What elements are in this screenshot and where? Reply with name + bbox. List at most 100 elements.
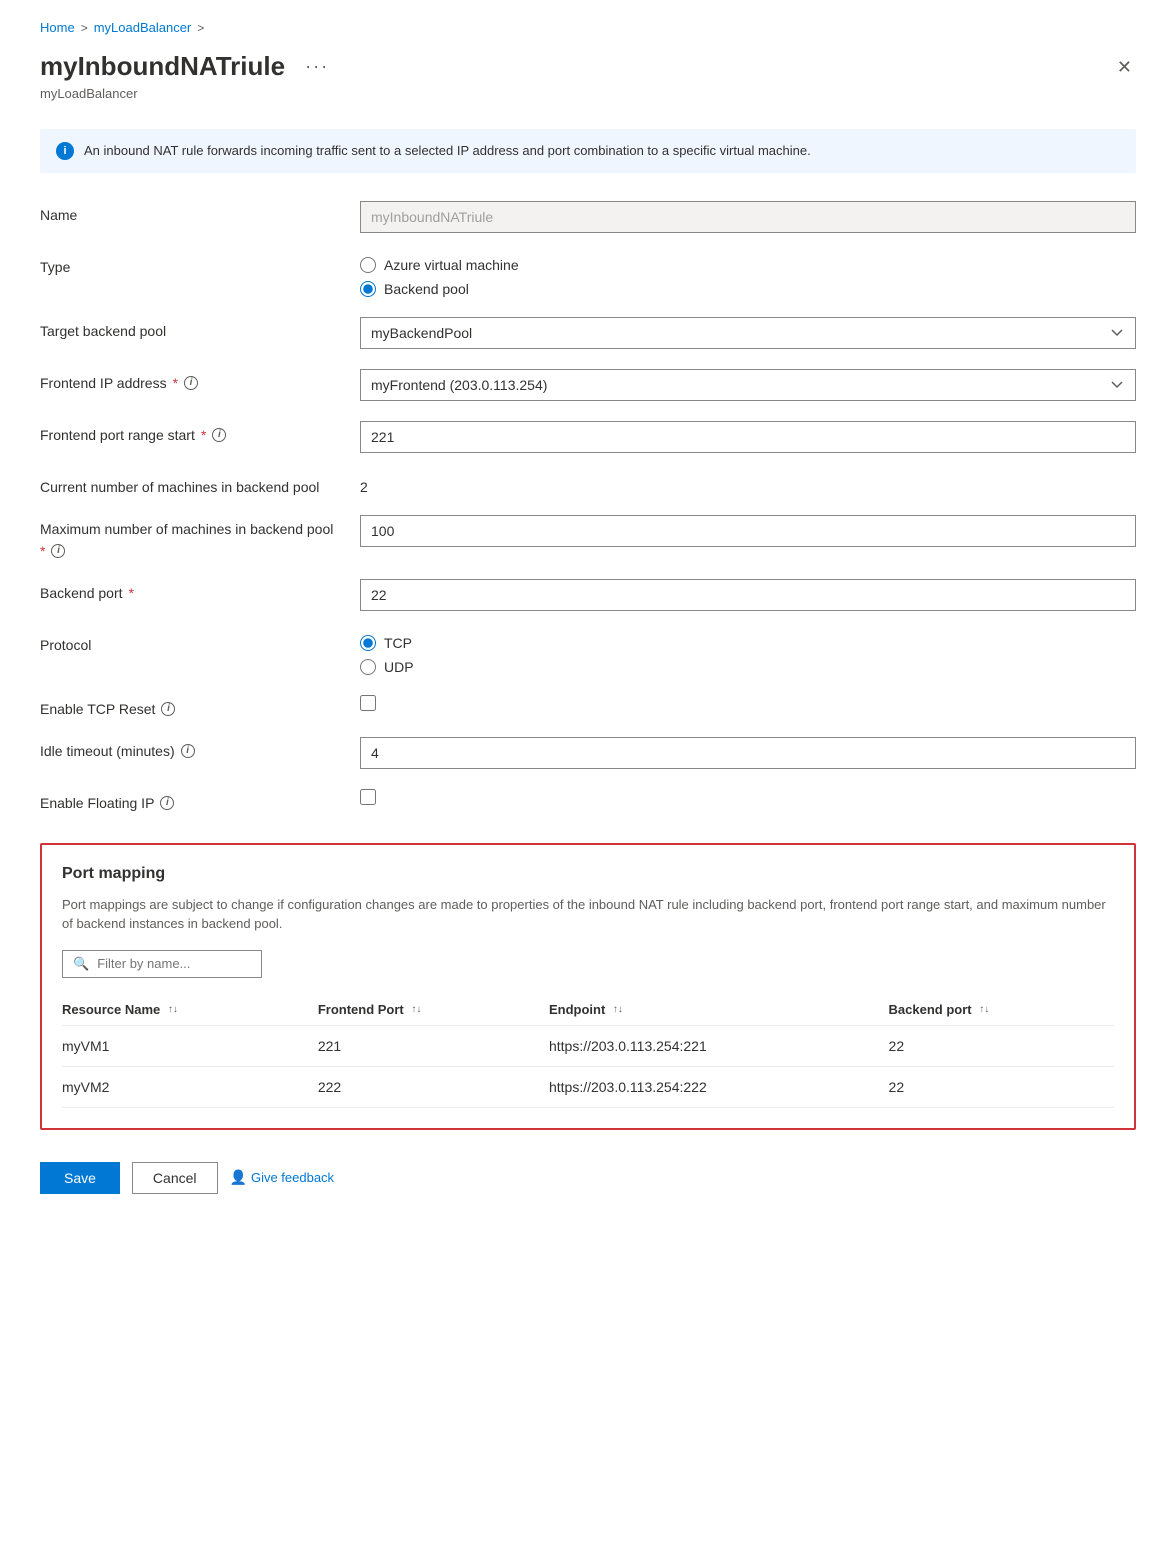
type-azure-vm[interactable]: Azure virtual machine [360, 257, 1136, 273]
frontend-port-input[interactable] [360, 421, 1136, 453]
type-backend-pool-label: Backend pool [384, 281, 469, 297]
port-mapping-table: Resource Name ↑↓ Frontend Port ↑↓ Endpoi… [62, 994, 1114, 1108]
info-text: An inbound NAT rule forwards incoming tr… [84, 141, 811, 161]
frontend-ip-info-icon[interactable]: i [184, 376, 198, 390]
col-backend-port[interactable]: Backend port ↑↓ [889, 994, 1114, 1026]
backend-port-input[interactable] [360, 579, 1136, 611]
protocol-radio-group: TCP UDP [360, 631, 1136, 675]
frontend-port-info-icon[interactable]: i [212, 428, 226, 442]
cancel-button[interactable]: Cancel [132, 1162, 218, 1194]
cell-frontend-port: 222 [318, 1066, 549, 1107]
floating-ip-label: Enable Floating IP i [40, 789, 340, 811]
feedback-label: Give feedback [251, 1170, 334, 1185]
breadcrumb-sep1: > [81, 21, 88, 35]
max-machines-info-icon[interactable]: i [51, 544, 65, 558]
form-row-backend-port: Backend port * [40, 579, 1136, 611]
type-label: Type [40, 253, 340, 275]
sort-resource-name[interactable]: ↑↓ [168, 1005, 178, 1015]
page-subtitle: myLoadBalancer [40, 86, 1136, 101]
table-body: myVM1 221 https://203.0.113.254:221 22 m… [62, 1025, 1114, 1107]
ellipsis-button[interactable]: ··· [297, 54, 337, 79]
breadcrumb-loadbalancer[interactable]: myLoadBalancer [94, 20, 192, 35]
tcp-reset-label: Enable TCP Reset i [40, 695, 340, 717]
close-button[interactable]: ✕ [1113, 54, 1136, 80]
port-mapping-title: Port mapping [62, 865, 1114, 883]
backend-port-label: Backend port * [40, 579, 340, 601]
form-row-idle-timeout: Idle timeout (minutes) i [40, 737, 1136, 769]
frontend-port-label: Frontend port range start * i [40, 421, 340, 443]
port-mapping-section: Port mapping Port mappings are subject t… [40, 843, 1136, 1130]
tcp-reset-checkbox[interactable] [360, 695, 376, 711]
floating-ip-checkbox-container [360, 789, 1136, 805]
protocol-tcp-radio[interactable] [360, 635, 376, 651]
floating-ip-info-icon[interactable]: i [160, 796, 174, 810]
protocol-label: Protocol [40, 631, 340, 653]
table-row: myVM2 222 https://203.0.113.254:222 22 [62, 1066, 1114, 1107]
protocol-tcp-label: TCP [384, 635, 412, 651]
frontend-ip-select[interactable]: myFrontend (203.0.113.254) [360, 369, 1136, 401]
cell-resource-name: myVM1 [62, 1025, 318, 1066]
filter-box[interactable]: 🔍 [62, 950, 262, 978]
type-backend-pool-radio[interactable] [360, 281, 376, 297]
tcp-reset-info-icon[interactable]: i [161, 702, 175, 716]
protocol-udp-label: UDP [384, 659, 414, 675]
form-row-current-machines: Current number of machines in backend po… [40, 473, 1136, 495]
col-resource-name[interactable]: Resource Name ↑↓ [62, 994, 318, 1026]
form-row-frontend-port: Frontend port range start * i [40, 421, 1136, 453]
backend-port-required: * [129, 585, 134, 601]
table-header: Resource Name ↑↓ Frontend Port ↑↓ Endpoi… [62, 994, 1114, 1026]
info-box: i An inbound NAT rule forwards incoming … [40, 129, 1136, 173]
page-header: myInboundNATriule ··· ✕ [40, 51, 1136, 82]
idle-timeout-label: Idle timeout (minutes) i [40, 737, 340, 759]
form-row-protocol: Protocol TCP UDP [40, 631, 1136, 675]
current-machines-value: 2 [360, 473, 1136, 495]
protocol-udp[interactable]: UDP [360, 659, 1136, 675]
name-input[interactable] [360, 201, 1136, 233]
cell-backend-port: 22 [889, 1066, 1114, 1107]
idle-timeout-info-icon[interactable]: i [181, 744, 195, 758]
save-button[interactable]: Save [40, 1162, 120, 1194]
current-machines-label: Current number of machines in backend po… [40, 473, 340, 495]
form-section: Name Type Azure virtual machine Backend … [40, 201, 1136, 811]
form-row-floating-ip: Enable Floating IP i [40, 789, 1136, 811]
protocol-udp-radio[interactable] [360, 659, 376, 675]
filter-search-icon: 🔍 [73, 956, 89, 972]
port-mapping-description: Port mappings are subject to change if c… [62, 895, 1114, 934]
cell-resource-name: myVM2 [62, 1066, 318, 1107]
sort-backend-port[interactable]: ↑↓ [979, 1005, 989, 1015]
max-machines-input[interactable] [360, 515, 1136, 547]
floating-ip-checkbox[interactable] [360, 789, 376, 805]
type-backend-pool[interactable]: Backend pool [360, 281, 1136, 297]
type-azure-vm-radio[interactable] [360, 257, 376, 273]
breadcrumb: Home > myLoadBalancer > [40, 20, 1136, 35]
idle-timeout-input[interactable] [360, 737, 1136, 769]
max-machines-required: * [40, 543, 45, 559]
form-row-frontend-ip: Frontend IP address * i myFrontend (203.… [40, 369, 1136, 401]
col-frontend-port[interactable]: Frontend Port ↑↓ [318, 994, 549, 1026]
footer-actions: Save Cancel 👤 Give feedback [40, 1162, 1136, 1194]
tcp-reset-checkbox-container [360, 695, 1136, 711]
type-azure-vm-label: Azure virtual machine [384, 257, 519, 273]
form-row-max-machines: Maximum number of machines in backend po… [40, 515, 1136, 559]
sort-frontend-port[interactable]: ↑↓ [411, 1005, 421, 1015]
filter-input[interactable] [97, 956, 251, 971]
breadcrumb-home[interactable]: Home [40, 20, 75, 35]
target-backend-pool-select[interactable]: myBackendPool [360, 317, 1136, 349]
sort-endpoint[interactable]: ↑↓ [613, 1005, 623, 1015]
type-radio-group: Azure virtual machine Backend pool [360, 253, 1136, 297]
form-row-type: Type Azure virtual machine Backend pool [40, 253, 1136, 297]
page-title: myInboundNATriule [40, 51, 285, 82]
frontend-ip-label: Frontend IP address * i [40, 369, 340, 391]
col-endpoint[interactable]: Endpoint ↑↓ [549, 994, 889, 1026]
name-label: Name [40, 201, 340, 223]
feedback-link[interactable]: 👤 Give feedback [230, 1169, 335, 1186]
form-row-target-backend-pool: Target backend pool myBackendPool [40, 317, 1136, 349]
protocol-tcp[interactable]: TCP [360, 635, 1136, 651]
breadcrumb-sep2: > [197, 21, 204, 35]
max-machines-label: Maximum number of machines in backend po… [40, 515, 340, 559]
form-row-name: Name [40, 201, 1136, 233]
frontend-port-required: * [201, 427, 206, 443]
cell-endpoint: https://203.0.113.254:222 [549, 1066, 889, 1107]
feedback-icon: 👤 [230, 1169, 247, 1186]
cell-frontend-port: 221 [318, 1025, 549, 1066]
